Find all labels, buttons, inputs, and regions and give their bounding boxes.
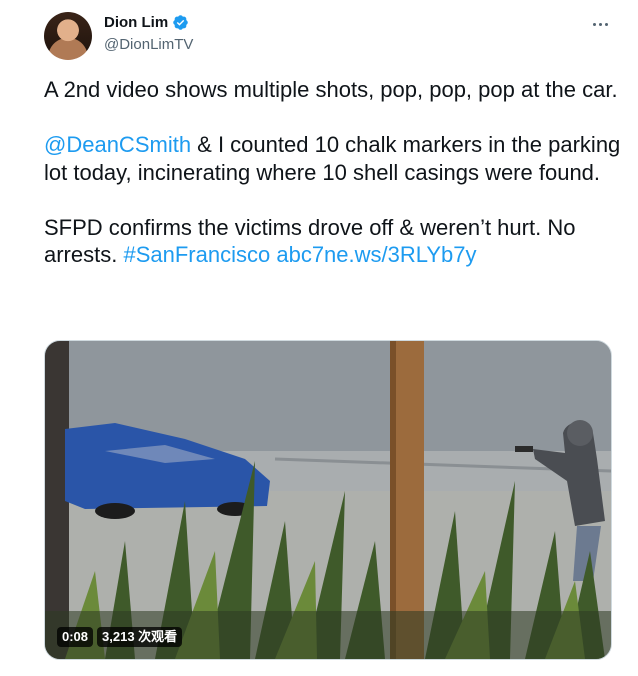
- url-link[interactable]: abc7ne.ws/3RLYb7y: [276, 242, 476, 267]
- video-frame-image: [45, 341, 611, 659]
- video-duration: 0:08: [57, 627, 94, 647]
- video-view-count: 3,213 次观看: [97, 627, 183, 647]
- author-handle[interactable]: @DionLimTV: [104, 36, 193, 53]
- video-player[interactable]: 0:08 3,213 次观看: [44, 340, 612, 660]
- more-options-icon[interactable]: [588, 14, 612, 34]
- author-name-row: Dion Lim: [104, 14, 189, 31]
- tweet-paragraph-1: A 2nd video shows multiple shots, pop, p…: [44, 77, 618, 102]
- tweet-text: A 2nd video shows multiple shots, pop, p…: [44, 76, 624, 269]
- video-overlay: 0:08 3,213 次观看: [57, 627, 183, 647]
- tweet-card: Dion Lim @DionLimTV A 2nd video shows mu…: [0, 0, 638, 676]
- mention-link[interactable]: @DeanCSmith: [44, 132, 191, 157]
- author-display-name[interactable]: Dion Lim: [104, 14, 168, 31]
- tweet-paragraph-2: @DeanCSmith & I counted 10 chalk markers…: [44, 131, 624, 186]
- avatar[interactable]: [44, 12, 92, 60]
- tweet-paragraph-3: SFPD confirms the victims drove off & we…: [44, 214, 624, 269]
- verified-badge-icon: [173, 15, 188, 30]
- hashtag-link[interactable]: #SanFrancisco: [123, 242, 270, 267]
